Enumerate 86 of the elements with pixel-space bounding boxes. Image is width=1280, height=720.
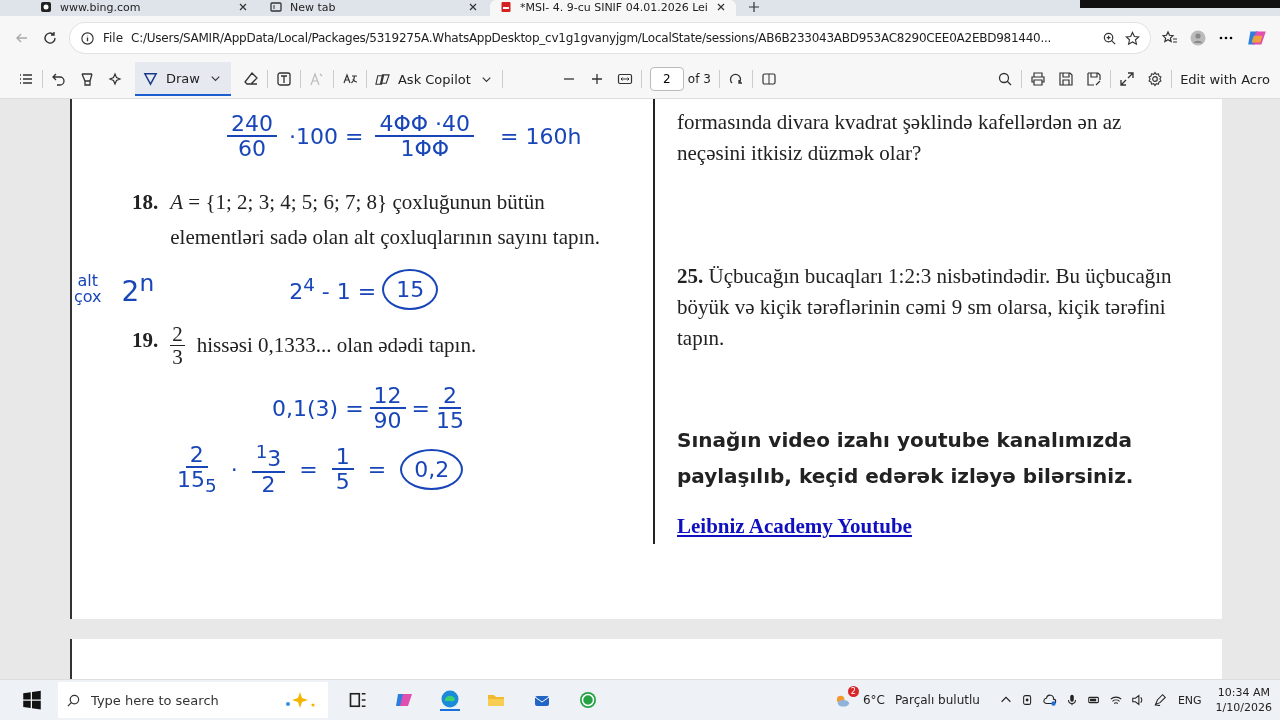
handwritten-text: · [230,456,238,482]
handwritten-fraction: 1 5 [331,444,354,494]
handwritten-fraction: 2 15$_{5}$ [177,442,217,496]
star-icon[interactable] [1125,30,1140,46]
tab-title: New tab [290,0,337,14]
search-icon[interactable] [997,71,1014,87]
notice-text: Sınağın video izahı youtube kanalımızda paylaşılıb, keçid edərək izləyə bilərsiniz. [677,427,1135,490]
new-tab-icon[interactable] [747,1,760,13]
circled-answer: 15 [382,268,439,310]
save-icon[interactable] [1058,71,1075,87]
circled-answer: 0,2 [400,448,464,490]
handwritten-text: 2$^{n}$ [121,269,155,309]
question-number: 18. [132,189,159,216]
handwritten-text: 0,1(3) = [272,395,364,421]
handwritten-note: alt çox [74,273,102,305]
pen-icon[interactable] [1152,693,1167,707]
handwritten-text: = 160h [500,123,582,149]
pen-icon [143,70,158,86]
clock-date: 1/10/2026 [1215,700,1272,715]
close-icon[interactable] [468,2,478,12]
temperature: 6°C [862,693,885,707]
handwritten-text: = [299,456,318,482]
url-text: C:/Users/SAMIR/AppData/Local/Packages/5319275A.WhatsAppDesktop_cv1g1gvanyjgm/LocalState/sessions/AB6B233043ABD953AC8290CEE0A2EBD981440... [131,31,1053,45]
contents-icon[interactable] [18,71,34,87]
undo-icon[interactable] [51,71,67,87]
browser-tab[interactable]: *MSI- 4. 9-cu SINIF 04.01.2026 Lei [490,0,736,16]
highlighter-icon[interactable] [79,71,95,87]
handwritten-fraction: 12 90 [369,384,406,433]
handwritten-text: 2$^{4}$ - 1 = [289,273,377,305]
chat-app-icon[interactable] [578,690,598,710]
refresh-icon[interactable] [42,30,58,46]
page-view-icon[interactable] [760,71,777,87]
task-view-icon[interactable] [348,690,368,710]
scheme-label: File [103,31,124,45]
rotate-icon[interactable] [727,71,744,87]
weather-text: Parçalı bulutlu [894,693,980,707]
handwritten-fraction: 4ΦΦ ·40 1ΦΦ [375,111,475,161]
sparkle-icon[interactable] [107,71,123,87]
tab-title: www.bing.com [60,0,142,14]
question-text: 25. Üçbucağın bucaqları 1:2:3 nisbətindədir. Bu üçbucağın böyük və kiçik tərəflərinin cəmi 9 sm olarsa, kiçik tərəfini tapın. [677,263,1173,352]
cloud-icon[interactable] [1042,693,1057,707]
eraser-icon[interactable] [242,71,259,87]
youtube-link[interactable]: Leibniz Academy Youtube [677,514,912,539]
volume-icon[interactable] [1130,693,1145,707]
windows-start-icon[interactable] [22,690,42,710]
handwritten-text: ·100 = [289,123,364,149]
pdf-icon [500,1,512,13]
fit-width-icon[interactable] [616,71,633,87]
handwritten-fraction: 2 15 [436,384,464,433]
handwritten-text: = [411,395,430,421]
clock-time: 10:34 AM [1217,685,1270,700]
question-text: A = {1; 2; 3; 4; 5; 6; 7; 8} çoxluğunun bütün elementləri sadə olan alt çoxluqlarının sayını tapın. [170,189,602,251]
page-number-field[interactable]: 2 [649,67,684,91]
new-tab-icon [270,1,282,13]
site-icon [40,1,52,13]
favorites-icon[interactable] [1162,30,1178,46]
question-number: 19. [132,327,159,354]
tab-title: *MSI- 4. 9-cu SINIF 04.01.2026 Lei [520,0,708,14]
save-as-icon[interactable] [1086,71,1103,87]
browser-tab[interactable]: www.bing.com [30,0,258,16]
info-icon [80,30,95,46]
handwritten-fraction: $^{1}$3 2 [251,442,286,496]
print-icon[interactable] [1030,71,1047,87]
taskbar-search-field[interactable]: Type here to search [58,682,328,718]
page-count: of 3 [687,72,711,86]
fraction: 2 3 [170,323,185,369]
address-field[interactable]: File C:/Users/SAMIR/AppData/Local/Packages/5319275A.WhatsAppDesktop_cv1g1gvanyjgm/LocalState/sessions/AB6B233043ABD953AC8290CEE0A2EBD981440... [70,23,1150,53]
text-box-icon[interactable] [275,71,292,87]
close-icon[interactable] [715,2,726,12]
draw-button[interactable]: Draw [135,62,231,96]
handwritten-fraction: 240 60 [227,111,277,161]
notification-badge: 2 [847,686,859,697]
question-text: hissəsi 0,1333... olan ədədi tapın. [196,332,478,360]
zoom-icon[interactable] [1102,30,1117,46]
edge-browser-icon[interactable] [440,689,460,711]
language-indicator[interactable]: ENG [1177,693,1202,707]
edit-with-acrobat-button[interactable]: Edit with Acro [1180,71,1270,87]
browser-tab[interactable]: New tab [260,0,488,16]
ask-copilot-button[interactable]: Ask Copilot [374,71,494,87]
settings-icon[interactable] [1147,71,1164,87]
close-icon[interactable] [238,2,248,12]
question-text: formasında divara kvadrat şəklində kafellərdən ən az neçəsini itkisiz düzmək olar? [677,109,1123,167]
handwritten-text: = [367,456,387,482]
expand-icon[interactable] [1119,71,1136,87]
search-icon [66,692,81,708]
avatar-icon[interactable] [1190,30,1206,46]
